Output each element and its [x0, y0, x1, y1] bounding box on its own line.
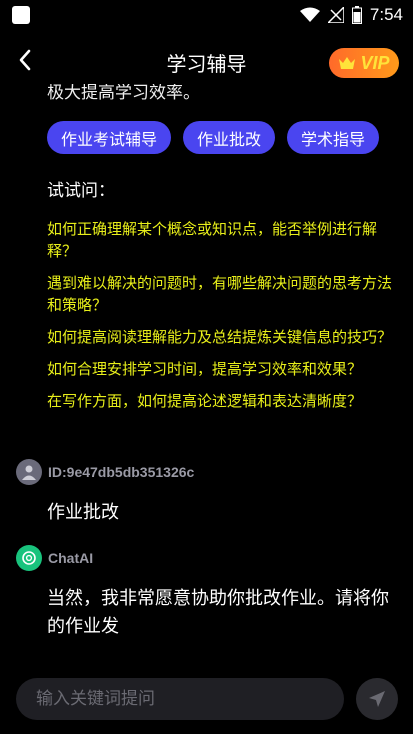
user-avatar — [16, 459, 42, 485]
ai-avatar — [16, 545, 42, 571]
chip-homework-correction[interactable]: 作业批改 — [183, 121, 276, 154]
vip-button[interactable]: VIP — [329, 48, 399, 78]
quick-topic-row: 作业考试辅导 作业批改 学术指导 — [47, 121, 380, 154]
signal-icon — [327, 7, 344, 23]
message-author: ChatAI — [48, 550, 94, 566]
message-text: 当然，我非常愿意协助你批改作业。请将你的作业发 — [47, 588, 389, 637]
question-input[interactable] — [16, 678, 344, 720]
person-icon — [22, 465, 36, 480]
send-button[interactable] — [356, 678, 398, 720]
vip-label: VIP — [360, 52, 390, 73]
suggestion-list: 如何正确理解某个概念或知识点，能否举例进行解释？ 遇到难以解决的问题时，有哪些解… — [47, 218, 392, 422]
user-message: ID:9e47db5db351326c 作业批改 — [16, 459, 396, 527]
status-time: 7:54 — [369, 5, 403, 24]
crown-icon — [339, 57, 356, 69]
suggestion-item[interactable]: 如何提高阅读理解能力及总结提炼关键信息的技巧？ — [47, 326, 392, 348]
chip-academic-guidance[interactable]: 学术指导 — [287, 121, 380, 154]
chat-content[interactable]: 极大提高学习效率。 作业考试辅导 作业批改 学术指导 试试问： 如何正确理解某个… — [0, 84, 413, 660]
nav-bar: 学习辅导 VIP — [0, 40, 413, 84]
wifi-icon — [299, 7, 320, 22]
chatai-logo-icon — [22, 551, 36, 565]
message-text: 作业批改 — [47, 502, 119, 523]
suggestion-item[interactable]: 在写作方面，如何提高论述逻辑和表达清晰度？ — [47, 390, 392, 412]
status-bar: 7:54 — [0, 0, 413, 32]
suggestion-item[interactable]: 如何合理安排学习时间，提高学习效率和效果？ — [47, 358, 392, 380]
notification-icon — [12, 6, 30, 24]
send-icon — [369, 691, 385, 707]
input-bar — [0, 664, 413, 734]
message-author: ID:9e47db5db351326c — [48, 464, 195, 480]
chip-homework-exam[interactable]: 作业考试辅导 — [47, 121, 172, 154]
try-ask-label: 试试问： — [47, 181, 115, 201]
intro-text: 极大提高学习效率。 — [47, 84, 200, 103]
battery-icon — [351, 6, 362, 24]
ai-message: ChatAI 当然，我非常愿意协助你批改作业。请将你的作业发 — [16, 545, 396, 641]
suggestion-item[interactable]: 如何正确理解某个概念或知识点，能否举例进行解释？ — [47, 218, 392, 262]
status-icons: 7:54 — [299, 5, 403, 25]
suggestion-item[interactable]: 遇到难以解决的问题时，有哪些解决问题的思考方法和策略？ — [47, 272, 392, 316]
